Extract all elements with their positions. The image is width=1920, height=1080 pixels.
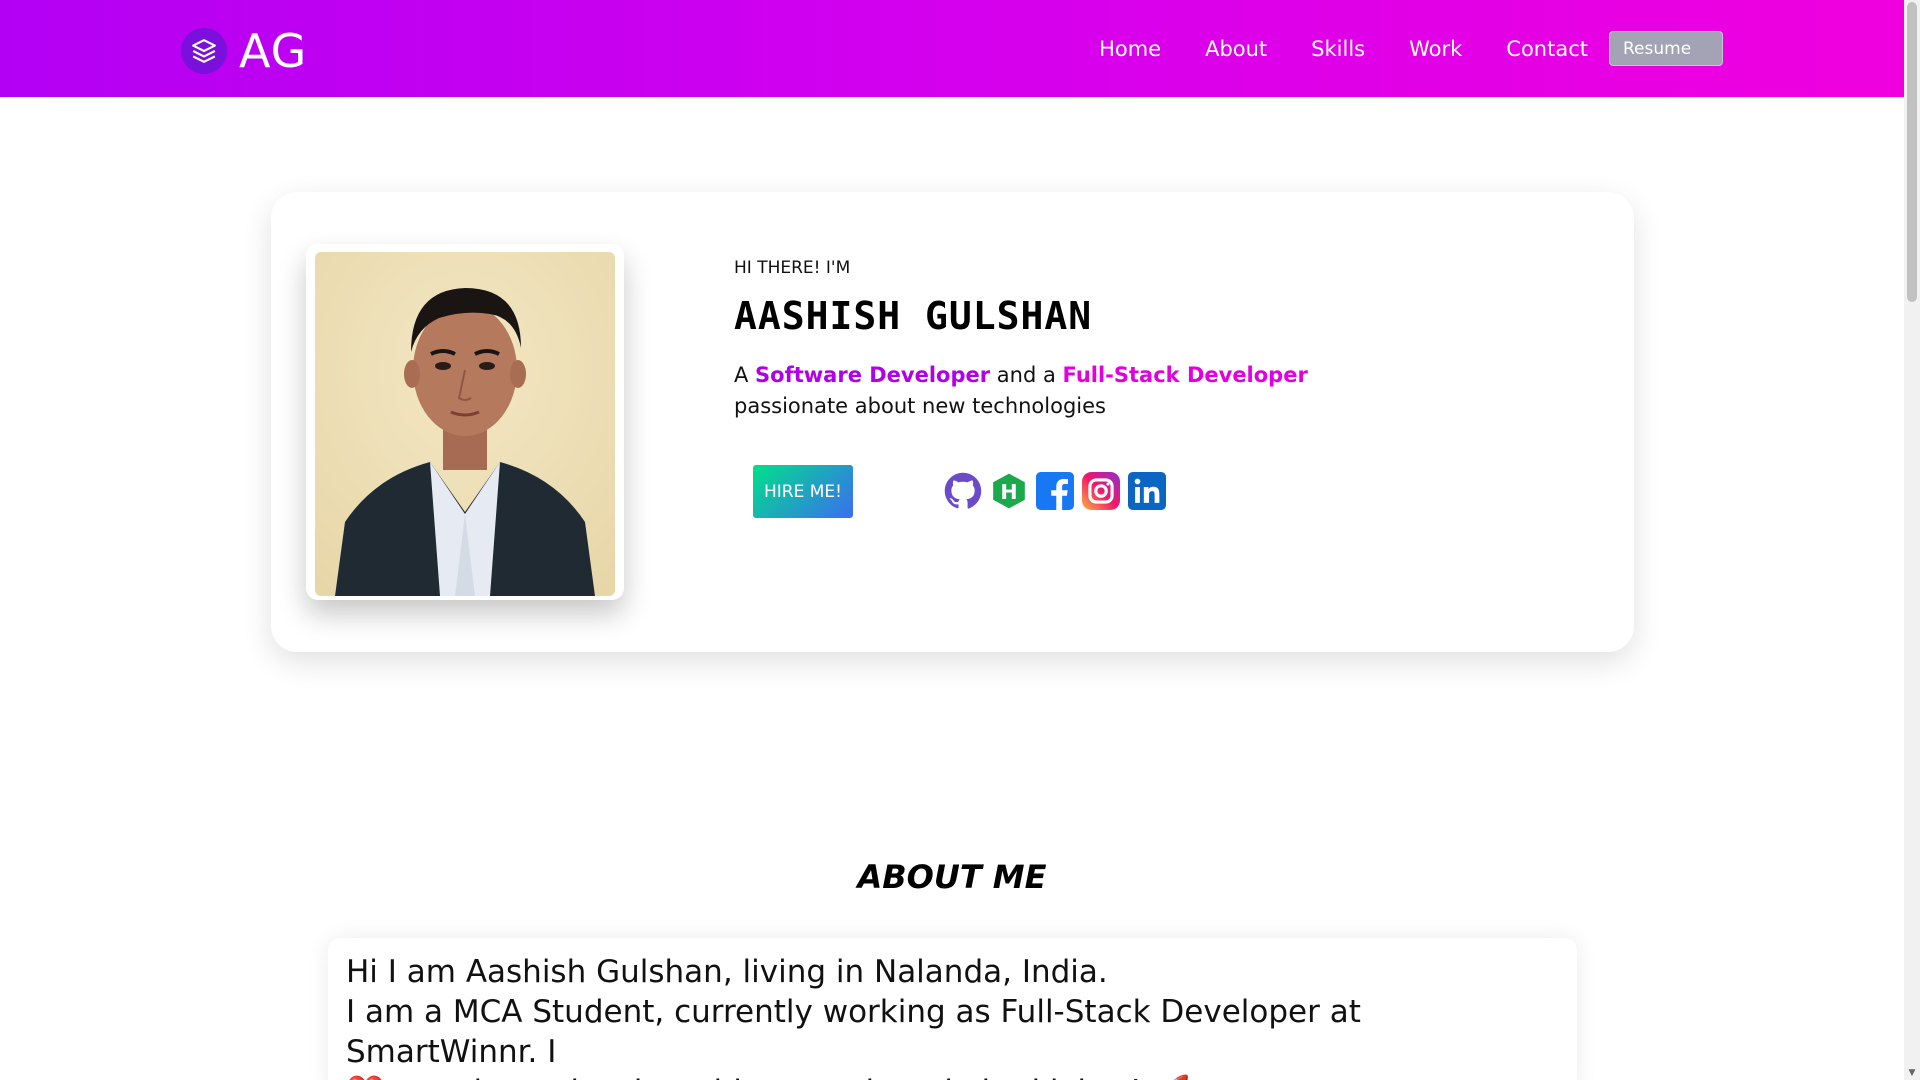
vertical-scrollbar[interactable]: ▼	[1904, 0, 1920, 1080]
tagline: A Software Developer and a Full-Stack De…	[734, 360, 1308, 422]
about-card: Hi I am Aashish Gulshan, living in Nalan…	[328, 938, 1577, 1080]
hero-card: HI THERE! I'M AASHISH GULSHAN A Software…	[271, 192, 1634, 652]
nav-link-about[interactable]: About	[1205, 37, 1267, 61]
logo[interactable]: AG	[181, 24, 307, 78]
logo-text: AG	[239, 24, 308, 78]
hero-name: AASHISH GULSHAN	[734, 294, 1093, 338]
about-title: ABOUT ME	[857, 858, 1047, 896]
tagline-prefix: A	[734, 363, 756, 387]
facebook-icon[interactable]	[1036, 472, 1074, 510]
instagram-icon[interactable]	[1082, 472, 1120, 510]
resume-button[interactable]: Resume	[1609, 31, 1723, 66]
about-line-3: ❤️ to write code, share ideas, and made …	[346, 1072, 1559, 1080]
role-fullstack-developer: Full-Stack Developer	[1062, 363, 1308, 387]
nav-link-contact[interactable]: Contact	[1506, 37, 1588, 61]
about-line-1: Hi I am Aashish Gulshan, living in Nalan…	[346, 954, 1108, 990]
nav-links: Home About Skills Work Contact	[1055, 0, 1588, 97]
hero-text: HI THERE! I'M AASHISH GULSHAN A Software…	[734, 258, 1308, 422]
linkedin-icon[interactable]	[1128, 472, 1166, 510]
hackerrank-icon[interactable]: H	[990, 472, 1028, 510]
nav-link-home[interactable]: Home	[1099, 37, 1161, 61]
tagline-mid: and a	[990, 363, 1063, 387]
greeting: HI THERE! I'M	[734, 258, 851, 278]
profile-photo-frame	[306, 244, 624, 600]
social-links: H	[944, 472, 1166, 510]
about-line-2: I am a MCA Student, currently working as…	[346, 994, 1361, 1070]
top-navbar: AG Home About Skills Work Contact Resume	[0, 0, 1904, 97]
role-software-developer: Software Developer	[755, 363, 991, 387]
svg-text:H: H	[1000, 480, 1017, 504]
hire-me-button[interactable]: HIRE ME!	[753, 465, 853, 518]
scroll-down-arrow-icon[interactable]: ▼	[1907, 1068, 1917, 1078]
nav-link-skills[interactable]: Skills	[1311, 37, 1365, 61]
profile-photo	[315, 252, 615, 596]
tagline-suffix: passionate about new technologies	[734, 394, 1106, 418]
scrollbar-thumb[interactable]	[1907, 2, 1917, 302]
layers-icon	[181, 28, 227, 74]
nav-link-work[interactable]: Work	[1409, 37, 1462, 61]
github-icon[interactable]	[944, 472, 982, 510]
